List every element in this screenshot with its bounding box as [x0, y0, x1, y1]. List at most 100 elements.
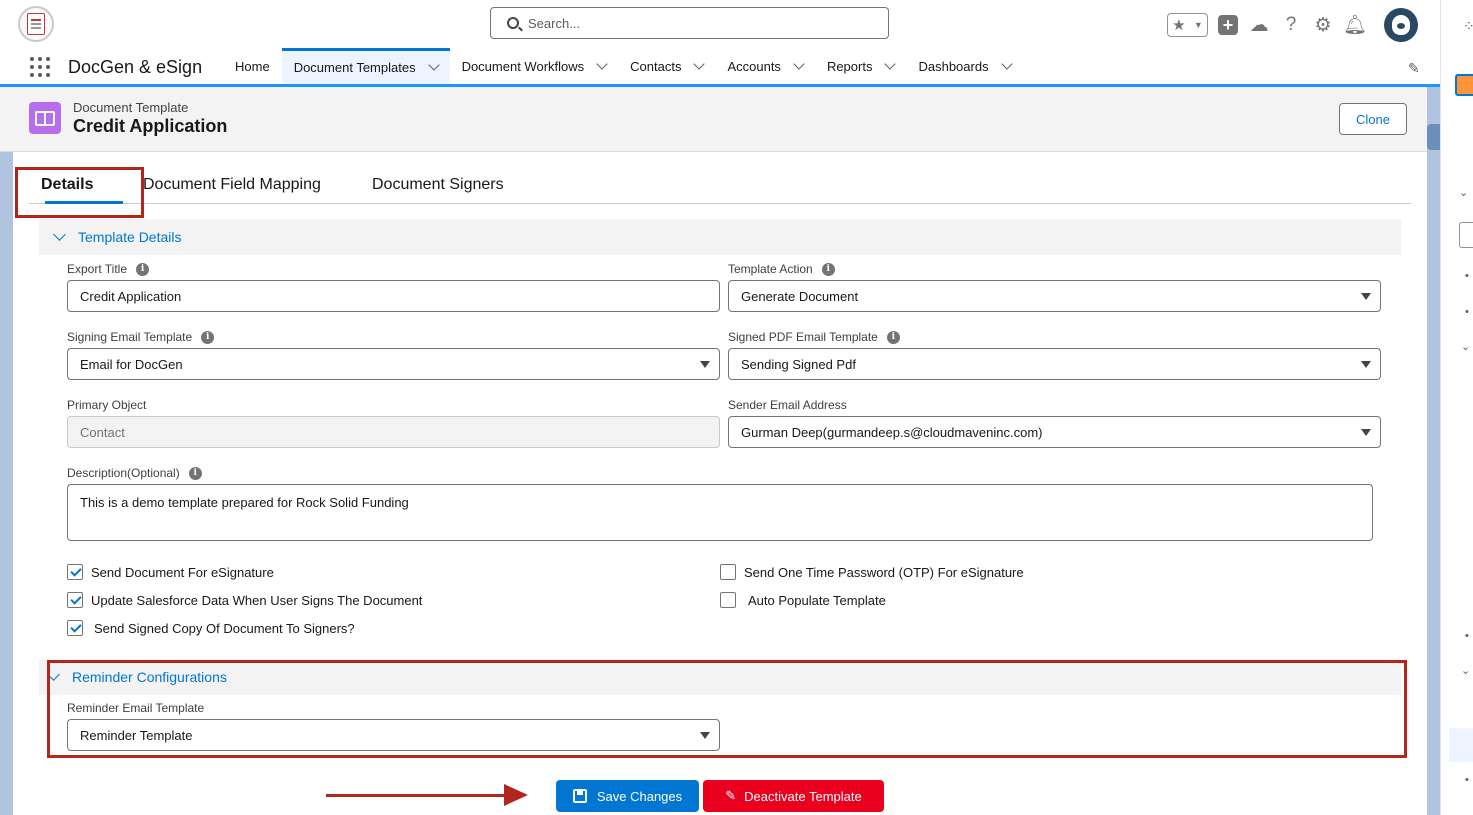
chevron-down-icon[interactable]: ⌄ [1461, 664, 1470, 677]
checkbox-send-for-esignature[interactable]: Send Document For eSignature [67, 564, 274, 580]
search-icon[interactable] [1459, 222, 1473, 248]
nav-item-label: Document Workflows [461, 58, 585, 74]
sender-email-address-select[interactable]: Gurman Deep(gurmandeep.s@cloudmaveninc.c… [728, 416, 1381, 448]
app-nav-bar: DocGen & eSign Home Document Templates D… [0, 48, 1440, 87]
dropdown-caret-icon [1361, 293, 1371, 300]
utility-item-icon[interactable] [1455, 74, 1473, 96]
utility-collapse-tab[interactable] [1427, 124, 1440, 150]
signed-pdf-email-template-label: Signed PDF Email Template i [728, 330, 900, 344]
tab-document-field-mapping[interactable]: Document Field Mapping [143, 176, 321, 194]
nav-item-contacts[interactable]: Contacts [618, 48, 715, 84]
trailhead-icon[interactable]: ☁ [1248, 14, 1270, 36]
field-label: Primary Object [67, 398, 147, 412]
checkbox-label: Update Salesforce Data When User Signs T… [91, 592, 423, 608]
field-value: Email for DocGen [80, 356, 183, 372]
global-header: ★▼ + ☁ ? ⚙ 🔔︎ [0, 0, 1440, 48]
checkbox-send-signed-copy[interactable]: Send Signed Copy Of Document To Signers? [67, 620, 355, 636]
nav-item-dashboards[interactable]: Dashboards [906, 48, 1022, 84]
grid-icon[interactable]: ⁘ [1463, 18, 1473, 35]
app-name: DocGen & eSign [68, 57, 203, 77]
tab-details[interactable]: Details [41, 176, 93, 194]
clone-button[interactable]: Clone [1339, 103, 1407, 135]
chevron-down-icon[interactable] [693, 57, 706, 70]
nav-items: Home Document Templates Document Workflo… [223, 48, 1023, 84]
notifications-bell-icon[interactable]: 🔔︎ [1343, 14, 1367, 36]
checkbox-send-otp[interactable]: Send One Time Password (OTP) For eSignat… [720, 564, 1024, 580]
signing-email-template-select[interactable]: Email for DocGen [67, 348, 720, 380]
star-icon: ★ [1172, 17, 1186, 34]
chevron-down-icon[interactable]: ⌄ [1461, 340, 1470, 353]
checkbox-update-salesforce[interactable]: Update Salesforce Data When User Signs T… [67, 592, 422, 608]
field-value: Credit Application [80, 288, 182, 304]
nav-item-document-workflows[interactable]: Document Workflows [450, 48, 619, 84]
info-icon[interactable]: i [201, 330, 215, 344]
export-title-label: Export Title i [67, 262, 150, 276]
bullet-icon: • [1465, 270, 1469, 282]
search-input[interactable] [528, 12, 868, 34]
chevron-down-icon[interactable] [596, 57, 608, 70]
field-value: Sending Signed Pdf [741, 356, 856, 372]
checkbox[interactable] [67, 620, 83, 636]
nav-item-home[interactable]: Home [223, 48, 282, 84]
utility-selected-item[interactable] [1449, 728, 1473, 762]
search-icon [507, 17, 519, 29]
chevron-down-icon[interactable]: ⌄ [1459, 186, 1468, 199]
dropdown-caret-icon [700, 732, 710, 739]
nav-item-label: Dashboards [918, 58, 989, 74]
info-icon[interactable]: i [886, 330, 900, 344]
description-textarea[interactable]: This is a demo template prepared for Roc… [67, 484, 1373, 541]
field-label: Description(Optional) [67, 466, 180, 480]
tab-document-signers[interactable]: Document Signers [372, 176, 504, 194]
dropdown-caret-icon [1361, 361, 1371, 368]
chevron-down-icon[interactable] [1000, 57, 1013, 70]
nav-item-label: Document Templates [293, 60, 416, 75]
app-launcher-icon[interactable] [30, 57, 50, 77]
global-search[interactable] [490, 7, 889, 39]
field-label: Sender Email Address [728, 398, 847, 412]
setup-gear-icon[interactable]: ⚙ [1312, 14, 1334, 36]
checkbox[interactable] [67, 564, 83, 580]
save-changes-button[interactable]: Save Changes [556, 780, 699, 812]
chevron-down-icon[interactable] [427, 59, 440, 71]
template-action-select[interactable]: Generate Document [728, 280, 1381, 312]
checkbox-label: Send One Time Password (OTP) For eSignat… [744, 564, 1024, 580]
section-reminder-configurations[interactable]: Reminder Configurations [39, 659, 1401, 695]
signing-email-template-label: Signing Email Template i [67, 330, 215, 344]
signed-pdf-email-template-select[interactable]: Sending Signed Pdf [728, 348, 1381, 380]
checkbox[interactable] [720, 592, 736, 608]
nav-item-document-templates[interactable]: Document Templates [281, 48, 450, 84]
nav-item-label: Home [235, 58, 270, 74]
record-object-type: Document Template [73, 100, 189, 115]
nav-item-reports[interactable]: Reports [815, 48, 907, 84]
help-icon[interactable]: ? [1280, 14, 1302, 36]
checkbox[interactable] [720, 564, 736, 580]
info-icon[interactable]: i [136, 262, 150, 276]
record-detail-card: Details Document Field Mapping Document … [13, 152, 1427, 815]
checkbox[interactable] [67, 592, 83, 608]
info-icon[interactable]: i [188, 466, 202, 480]
info-icon[interactable]: i [821, 262, 835, 276]
field-label: Template Action [728, 262, 813, 276]
reminder-email-template-select[interactable]: Reminder Template [67, 719, 720, 751]
user-avatar[interactable] [1384, 8, 1418, 42]
checkbox-label: Send Document For eSignature [91, 564, 274, 580]
active-tab-indicator [45, 201, 123, 204]
chevron-down-icon[interactable] [884, 57, 897, 70]
add-icon[interactable]: + [1218, 15, 1238, 35]
edit-nav-pencil-icon[interactable]: ✎ [1408, 60, 1420, 77]
section-template-details[interactable]: Template Details [39, 219, 1401, 255]
checkbox-auto-populate[interactable]: Auto Populate Template [720, 592, 886, 608]
primary-object-input: Contact [67, 416, 720, 448]
chevron-down-icon[interactable] [793, 57, 805, 70]
bear-avatar-icon [1392, 15, 1410, 35]
org-logo[interactable] [18, 6, 54, 42]
nav-item-accounts[interactable]: Accounts [715, 48, 814, 84]
export-title-input[interactable]: Credit Application [67, 280, 720, 312]
save-floppy-icon [572, 789, 587, 803]
favorites-button[interactable]: ★ ▼ [1167, 13, 1208, 37]
field-label: Signed PDF Email Template [728, 330, 878, 344]
deactivate-template-button[interactable]: ✎ Deactivate Template [703, 780, 884, 812]
nav-item-label: Reports [826, 58, 873, 74]
field-label: Export Title [67, 262, 128, 276]
checkbox-label: Send Signed Copy Of Document To Signers? [94, 620, 355, 636]
